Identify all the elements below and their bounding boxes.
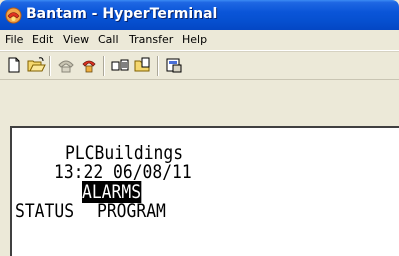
receive-file-icon[interactable] — [133, 56, 153, 74]
menu-help[interactable]: Help — [182, 33, 207, 46]
menu-call[interactable]: Call — [98, 33, 119, 46]
terminal-menu-program: PROGRAM — [97, 200, 166, 222]
hyperterminal-window: Bantam - HyperTerminal File Edit View Ca… — [0, 0, 399, 256]
menu-file[interactable]: File — [5, 33, 23, 46]
menu-bar: File Edit View Call Transfer Help — [0, 30, 399, 51]
toolbar-separator — [49, 56, 51, 76]
window-title: Bantam - HyperTerminal — [26, 6, 218, 22]
menu-view[interactable]: View — [63, 33, 89, 46]
disconnect-phone-icon[interactable] — [79, 56, 99, 74]
menu-transfer[interactable]: Transfer — [129, 33, 173, 46]
send-file-icon[interactable] — [110, 56, 130, 74]
terminal-menu-status: STATUS — [15, 200, 75, 222]
open-folder-icon[interactable] — [26, 56, 46, 74]
properties-icon[interactable] — [164, 56, 184, 74]
hyperterminal-phone-icon[interactable] — [5, 7, 22, 24]
new-document-icon[interactable] — [4, 56, 24, 74]
menu-edit[interactable]: Edit — [32, 33, 53, 46]
toolbar-separator — [157, 56, 159, 76]
toolbar-separator — [103, 56, 105, 76]
terminal-screen[interactable]: PLCBuildings 13:22 06/08/11 ALARMS STATU… — [10, 126, 399, 256]
toolbar — [0, 51, 399, 80]
window-client-area — [0, 80, 399, 126]
connect-phone-icon[interactable] — [56, 56, 76, 74]
title-bar[interactable]: Bantam - HyperTerminal — [0, 0, 399, 30]
terminal-line-datetime: 13:22 06/08/11 — [54, 161, 192, 183]
